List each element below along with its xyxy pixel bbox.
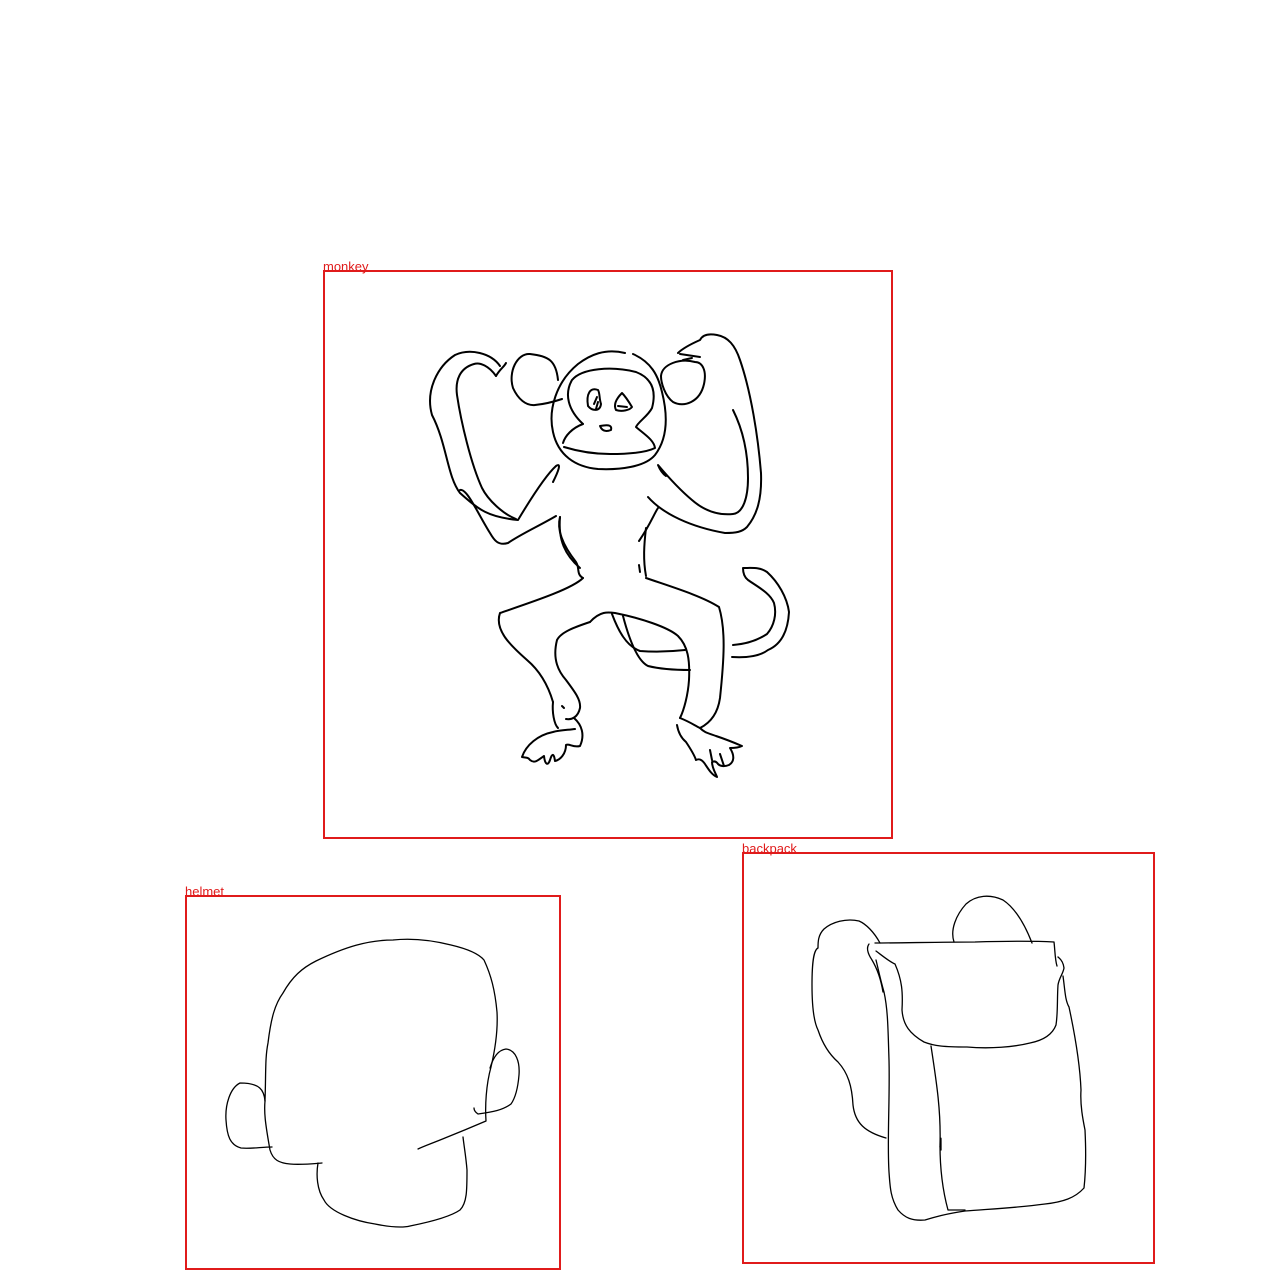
backpack-sketch [811, 895, 1087, 1221]
